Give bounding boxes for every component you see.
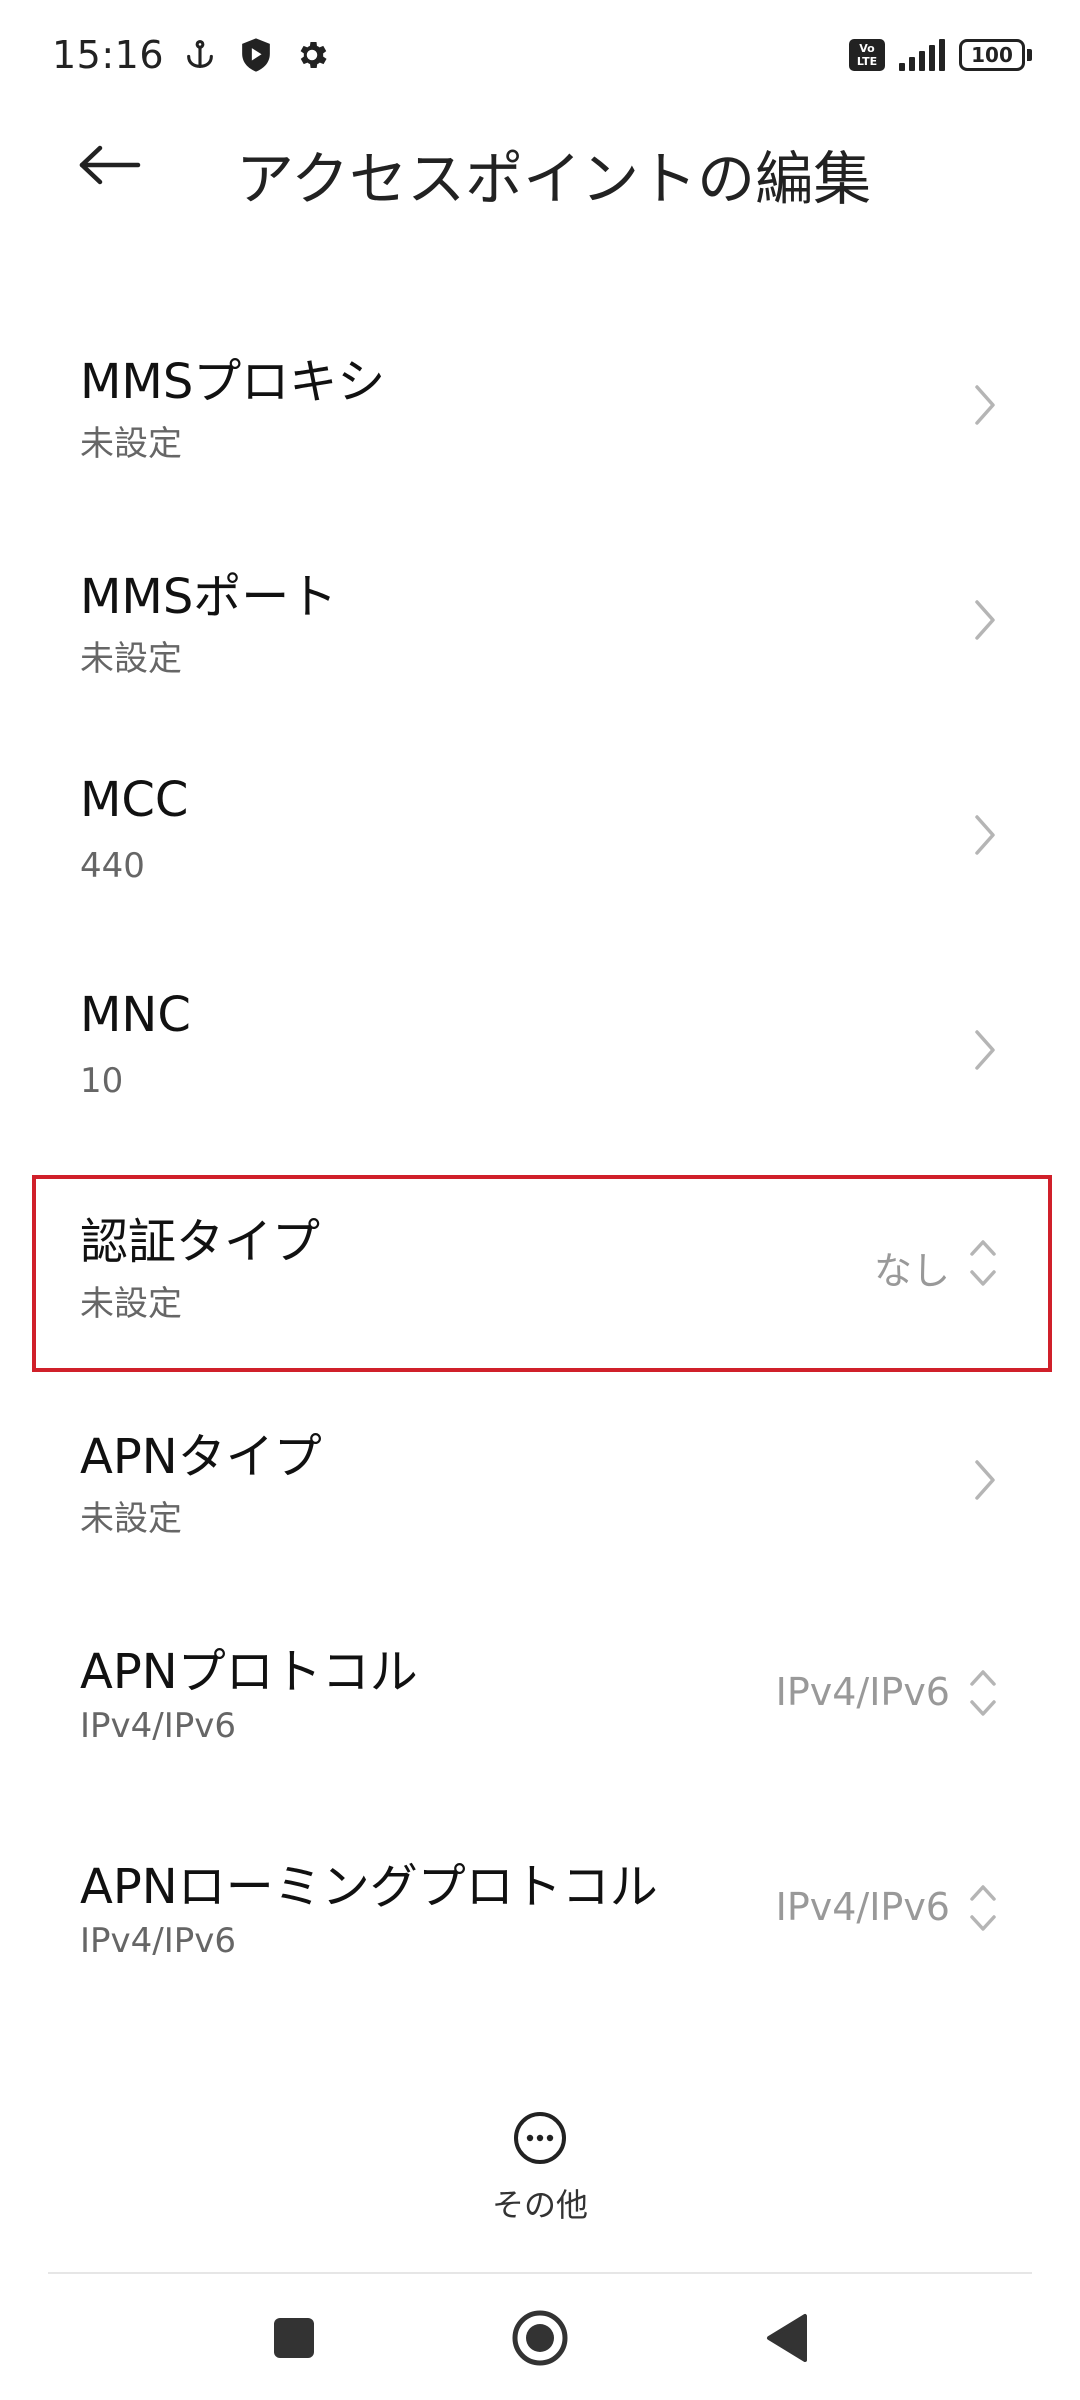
item-subtitle: IPv4/IPv6: [80, 1706, 237, 1746]
list-item-apn-protocol[interactable]: APNプロトコル IPv4/IPv6 IPv4/IPv6: [0, 1590, 1080, 1805]
volte-icon: Vo LTE: [849, 39, 885, 71]
list-item-mcc[interactable]: MCC 440: [0, 730, 1080, 945]
item-subtitle: 未設定: [80, 1499, 182, 1539]
item-value: IPv4/IPv6: [775, 1670, 950, 1714]
chevron-right-icon: [970, 1025, 1000, 1075]
chevron-right-icon: [970, 595, 1000, 645]
list-item-mms-proxy[interactable]: MMSプロキシ 未設定: [0, 300, 1080, 515]
list-item-apn-roaming-protocol[interactable]: APNローミングプロトコル IPv4/IPv6 IPv4/IPv6: [0, 1805, 1080, 2020]
battery-icon: 100: [959, 39, 1032, 71]
back-button[interactable]: [70, 130, 150, 200]
battery-level: 100: [959, 39, 1025, 71]
item-title: APNローミングプロトコル: [80, 1859, 658, 1915]
triangle-back-icon: [767, 2314, 807, 2362]
header: アクセスポイントの編集: [0, 110, 1080, 220]
recents-button[interactable]: [254, 2298, 334, 2378]
list-item-mnc[interactable]: MNC 10: [0, 945, 1080, 1160]
item-subtitle: 未設定: [80, 639, 182, 679]
chevron-up-down-icon: [966, 1664, 1000, 1722]
item-title: APNタイプ: [80, 1429, 322, 1485]
item-subtitle: 440: [80, 846, 145, 886]
status-right: Vo LTE 100: [849, 39, 1032, 71]
item-value: IPv4/IPv6: [775, 1885, 950, 1929]
list-item-mms-port[interactable]: MMSポート 未設定: [0, 515, 1080, 730]
navigation-bar: [0, 2274, 1080, 2400]
item-subtitle: 10: [80, 1061, 124, 1101]
item-subtitle: 未設定: [80, 1284, 182, 1324]
chevron-right-icon: [970, 810, 1000, 860]
volte-bottom: LTE: [856, 55, 878, 68]
back-nav-button[interactable]: [746, 2298, 826, 2378]
item-title: APNプロトコル: [80, 1644, 418, 1700]
item-subtitle: IPv4/IPv6: [80, 1921, 237, 1961]
more-button[interactable]: その他: [440, 2110, 640, 2240]
item-title: MCC: [80, 772, 189, 828]
screen: 15:16 Vo LTE 100 アクセスポイントの編集 MMSプロキシ 未設定…: [0, 0, 1080, 2400]
gear-icon: [292, 35, 332, 75]
chevron-right-icon: [970, 1455, 1000, 1505]
signal-icon: [899, 39, 945, 71]
item-title: MMSプロキシ: [80, 354, 386, 410]
item-value: なし: [873, 1249, 950, 1293]
item-title: MNC: [80, 987, 191, 1043]
page-title: アクセスポイントの編集: [236, 145, 872, 213]
item-title: MMSポート: [80, 569, 338, 625]
shield-icon: [236, 35, 276, 75]
more-label: その他: [491, 2186, 588, 2224]
status-time: 15:16: [52, 33, 165, 77]
status-bar: 15:16 Vo LTE 100: [0, 0, 1080, 110]
anchor-icon: [180, 35, 220, 75]
item-title: 認証タイプ: [80, 1214, 321, 1270]
list-item-auth-type[interactable]: 認証タイプ 未設定 なし: [0, 1160, 1080, 1375]
status-left: 15:16: [52, 33, 332, 77]
square-icon: [274, 2318, 314, 2358]
home-circle-icon: [512, 2310, 568, 2366]
volte-top: Vo: [859, 42, 875, 55]
chevron-up-down-icon: [966, 1234, 1000, 1292]
home-button[interactable]: [500, 2298, 580, 2378]
item-subtitle: 未設定: [80, 424, 182, 464]
list-item-apn-type[interactable]: APNタイプ 未設定: [0, 1375, 1080, 1590]
arrow-left-icon: [79, 145, 141, 185]
chevron-up-down-icon: [966, 1879, 1000, 1937]
more-icon: [514, 2112, 566, 2164]
settings-list: MMSプロキシ 未設定 MMSポート 未設定 MCC 440 MNC 10 認証…: [0, 300, 1080, 2020]
chevron-right-icon: [970, 380, 1000, 430]
